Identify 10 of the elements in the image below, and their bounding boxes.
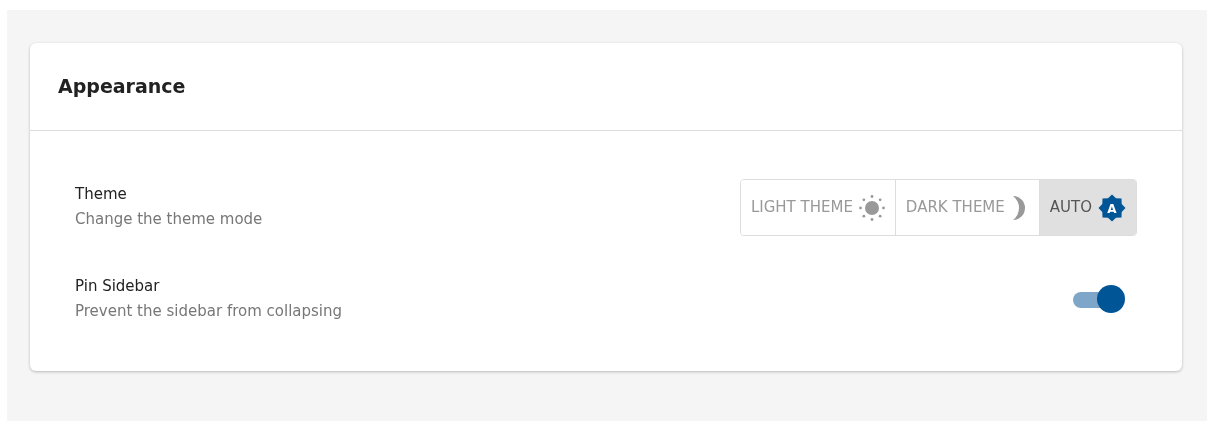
sun-icon: [858, 194, 885, 221]
toggle-switch[interactable]: [1073, 285, 1125, 314]
setting-label: Theme: [75, 184, 128, 206]
auto-badge-icon: A: [1098, 193, 1126, 222]
theme-option[interactable]: LIGHT THEME: [740, 180, 896, 235]
theme-option[interactable]: AUTO A: [1039, 180, 1136, 235]
setting-label: Pin Sidebar: [75, 276, 161, 297]
setting-description: Prevent the sidebar from collapsing: [75, 301, 343, 322]
card-title: Appearance: [58, 75, 186, 98]
setting-description: Change the theme mode: [75, 209, 263, 231]
